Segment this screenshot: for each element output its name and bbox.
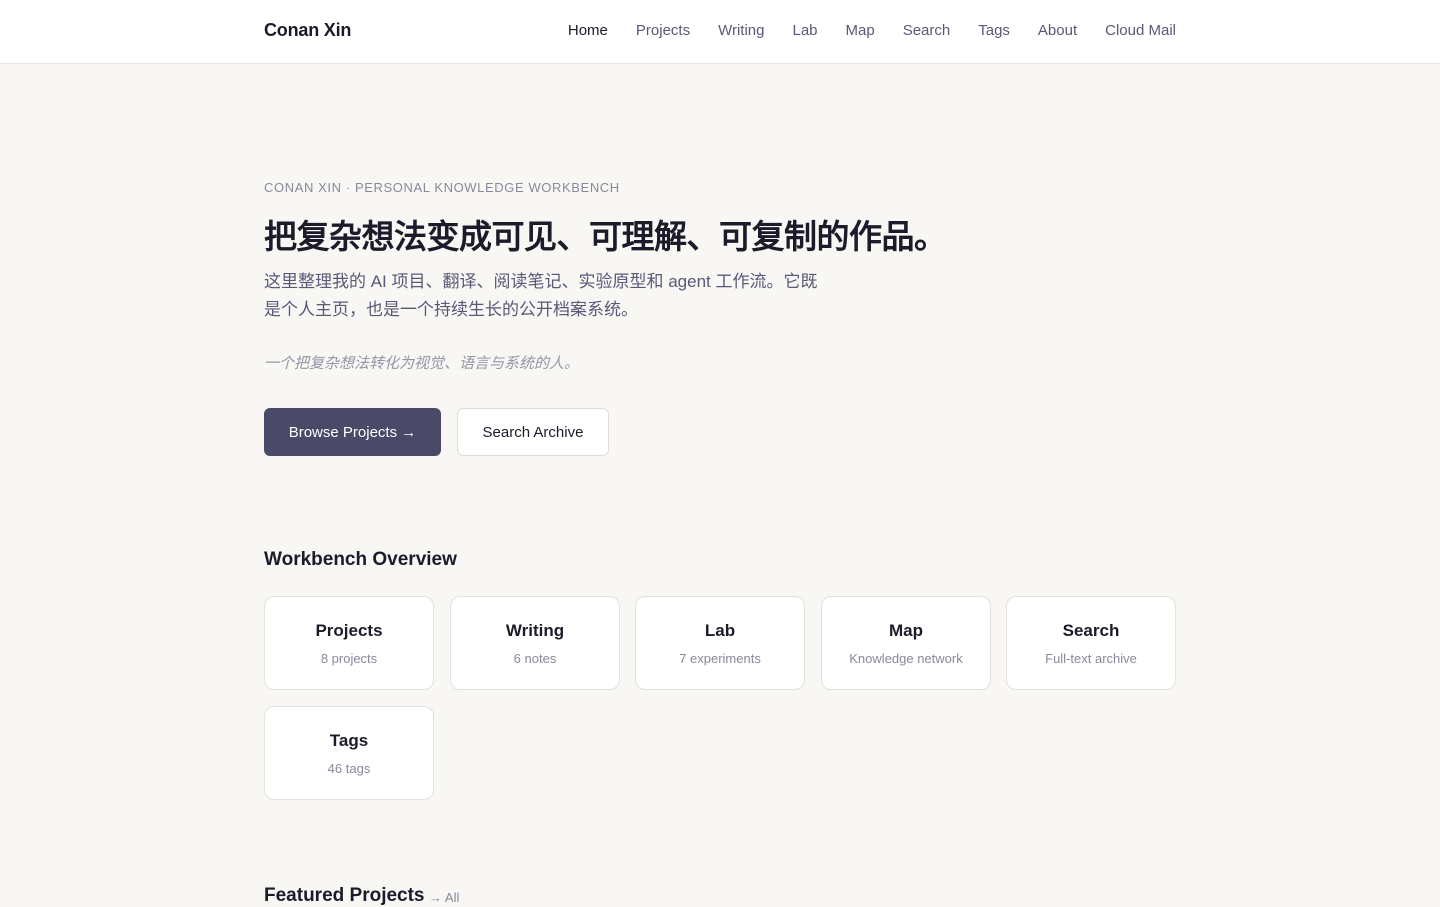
featured-section-title: Featured Projects [264, 885, 425, 906]
card-title: Search [1062, 621, 1120, 640]
card-subtitle: 7 experiments [679, 651, 761, 666]
search-archive-button[interactable]: Search Archive [457, 408, 609, 456]
overview-card-projects[interactable]: Projects 8 projects [264, 596, 434, 690]
card-title: Lab [704, 621, 736, 640]
card-subtitle: 6 notes [513, 651, 557, 666]
top-navigation-bar: Conan Xin Home Projects Writing Lab Map … [0, 0, 1440, 64]
nav-tags[interactable]: Tags [978, 22, 1010, 39]
nav-projects[interactable]: Projects [636, 22, 690, 39]
featured-all-link[interactable]: → All [429, 890, 459, 905]
overview-card-lab[interactable]: Lab 7 experiments [635, 596, 805, 690]
hero-eyebrow: CONAN XIN · PERSONAL KNOWLEDGE WORKBENCH [264, 180, 620, 195]
nav-search[interactable]: Search [903, 22, 951, 39]
nav-about[interactable]: About [1038, 22, 1077, 39]
overview-card-tags[interactable]: Tags 46 tags [264, 706, 434, 800]
card-subtitle: 8 projects [320, 651, 378, 666]
card-title: Tags [329, 731, 369, 750]
overview-section-title: Workbench Overview [264, 549, 457, 570]
nav-writing[interactable]: Writing [718, 22, 764, 39]
hero-tagline: 一个把复杂想法转化为视觉、语言与系统的人。 [264, 355, 580, 372]
card-subtitle: 46 tags [327, 761, 371, 776]
main-nav: Home Projects Writing Lab Map Search Tag… [540, 22, 1176, 39]
card-title: Map [889, 621, 923, 640]
browse-projects-button[interactable]: Browse Projects → [264, 408, 441, 456]
site-brand-link[interactable]: Conan Xin [264, 20, 351, 41]
nav-map[interactable]: Map [846, 22, 875, 39]
nav-lab[interactable]: Lab [792, 22, 817, 39]
card-subtitle: Knowledge network [849, 651, 963, 666]
card-title: Writing [505, 621, 565, 640]
overview-card-map[interactable]: Map Knowledge network [821, 596, 991, 690]
hero-headline: 把复杂想法变成可见、可理解、可复制的作品。 [264, 217, 947, 256]
card-subtitle: Full-text archive [1045, 651, 1137, 666]
overview-card-writing[interactable]: Writing 6 notes [450, 596, 620, 690]
nav-cloud-mail[interactable]: Cloud Mail [1105, 22, 1176, 39]
card-title: Projects [315, 621, 383, 640]
nav-home[interactable]: Home [568, 22, 608, 39]
hero-lead: 这里整理我的 AI 项目、翻译、阅读笔记、实验原型和 agent 工作流。它既是… [264, 272, 818, 319]
overview-card-search[interactable]: Search Full-text archive [1006, 596, 1176, 690]
